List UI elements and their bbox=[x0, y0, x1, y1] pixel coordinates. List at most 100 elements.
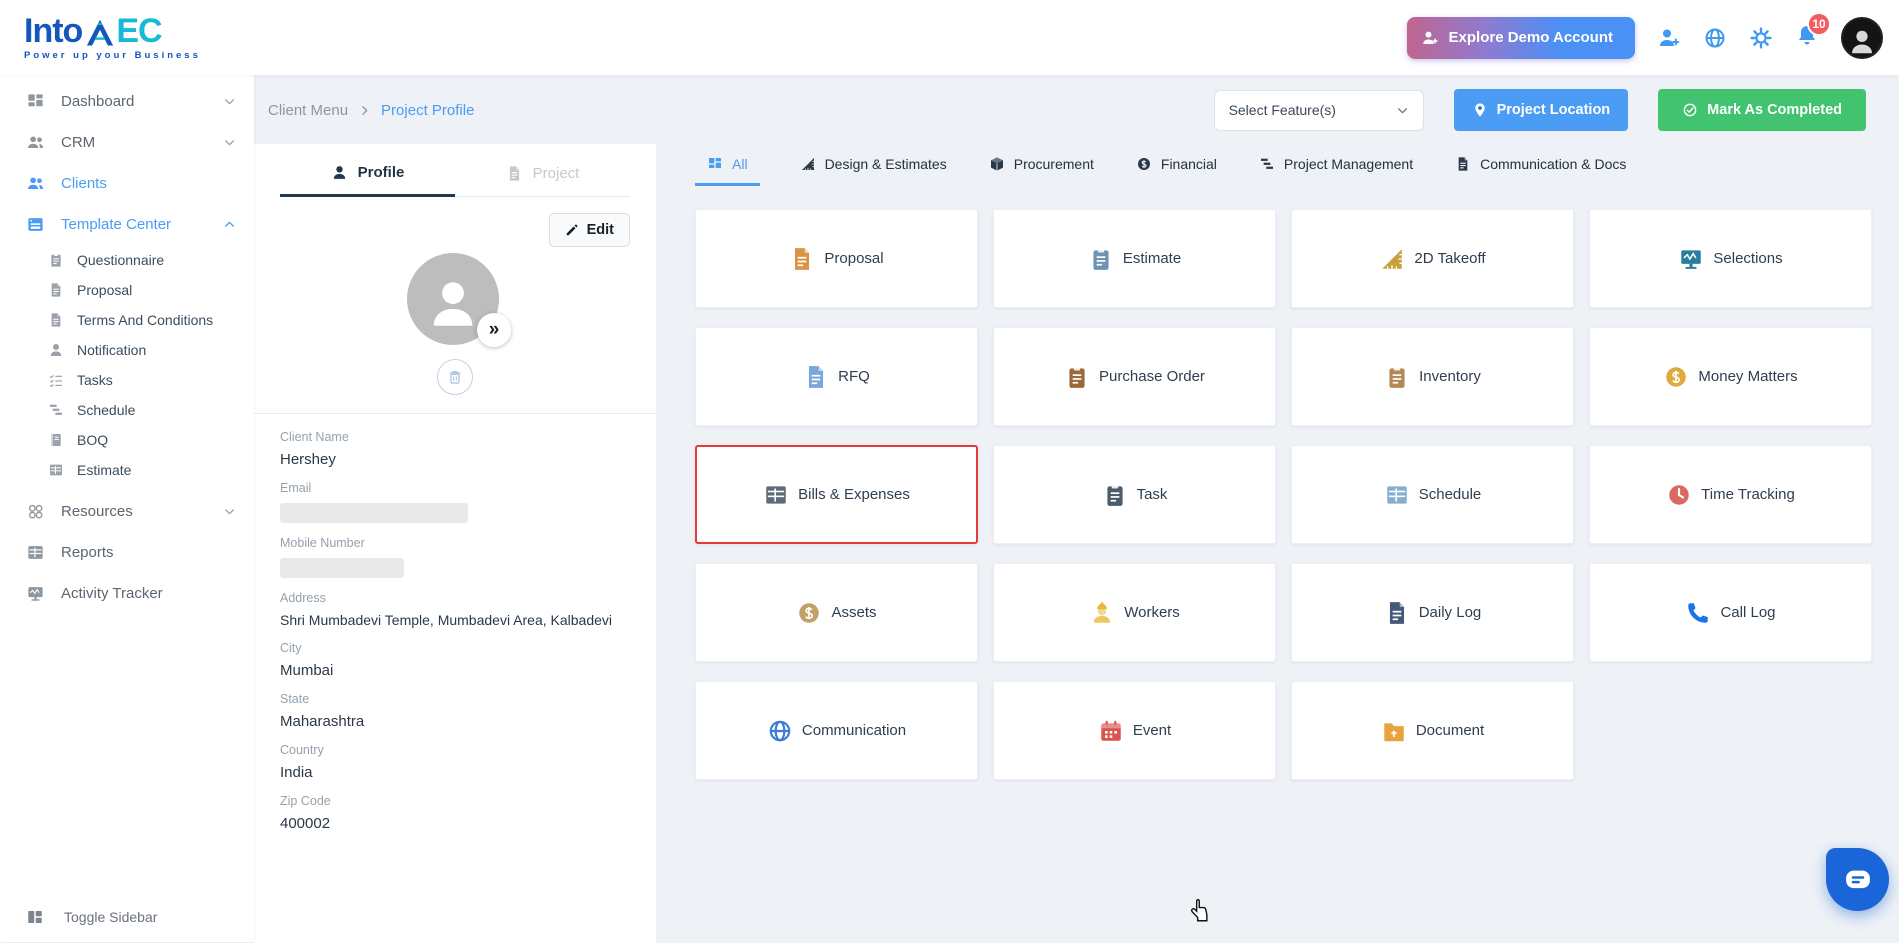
sidebar-item-dashboard[interactable]: Dashboard bbox=[0, 81, 254, 122]
assets-icon bbox=[796, 600, 822, 626]
tab-procurement[interactable]: Procurement bbox=[987, 150, 1096, 186]
feature-card-time-tracking[interactable]: Time Tracking bbox=[1589, 445, 1872, 544]
tab-profile[interactable]: Profile bbox=[280, 150, 455, 197]
feature-card-rfq[interactable]: RFQ bbox=[695, 327, 978, 426]
redacted-mobile-bar bbox=[280, 558, 404, 578]
feature-card-label: Bills & Expenses bbox=[798, 486, 910, 503]
sidebar-item-terms-and-conditions[interactable]: Terms And Conditions bbox=[0, 305, 254, 335]
field-state: State Maharashtra bbox=[280, 692, 630, 730]
feature-card-daily-log[interactable]: Daily Log bbox=[1291, 563, 1574, 662]
feature-card-document[interactable]: Document bbox=[1291, 681, 1574, 780]
mark-as-completed-button[interactable]: Mark As Completed bbox=[1658, 89, 1866, 131]
sidebar-item-label: Dashboard bbox=[61, 93, 134, 110]
feature-card-workers[interactable]: Workers bbox=[993, 563, 1276, 662]
feature-card-bills-expenses[interactable]: Bills & Expenses bbox=[695, 445, 978, 544]
toggle-sidebar-label: Toggle Sidebar bbox=[64, 909, 157, 925]
sidebar-subitem-label: Estimate bbox=[77, 462, 131, 478]
feature-card-label: Inventory bbox=[1419, 368, 1481, 385]
tab-all[interactable]: All bbox=[695, 150, 760, 186]
feature-card-purchase-order[interactable]: Purchase Order bbox=[993, 327, 1276, 426]
financial-icon bbox=[1136, 156, 1152, 172]
feature-card-label: Time Tracking bbox=[1701, 486, 1795, 503]
tab-project[interactable]: Project bbox=[455, 150, 630, 197]
daily-log-icon bbox=[1384, 600, 1410, 626]
delete-avatar-button[interactable] bbox=[437, 359, 473, 395]
toggle-sidebar-button[interactable]: Toggle Sidebar bbox=[0, 892, 254, 942]
globe-icon[interactable] bbox=[1703, 26, 1727, 50]
feature-card-call-log[interactable]: Call Log bbox=[1589, 563, 1872, 662]
feature-card-estimate[interactable]: Estimate bbox=[993, 209, 1276, 308]
dashboard-grid-icon bbox=[26, 92, 45, 111]
procurement-icon bbox=[989, 156, 1005, 172]
feature-card-inventory[interactable]: Inventory bbox=[1291, 327, 1574, 426]
schedule-gantt-icon bbox=[48, 402, 64, 418]
feature-card-assets[interactable]: Assets bbox=[695, 563, 978, 662]
avatar-person-icon bbox=[1847, 27, 1877, 57]
explore-demo-account-button[interactable]: Explore Demo Account bbox=[1407, 17, 1635, 59]
location-pin-icon bbox=[1472, 102, 1488, 118]
sidebar-item-questionnaire[interactable]: Questionnaire bbox=[0, 245, 254, 275]
breadcrumb-client-menu[interactable]: Client Menu bbox=[268, 102, 348, 119]
field-label: State bbox=[280, 692, 630, 706]
sidebar-subitem-label: Tasks bbox=[77, 372, 113, 388]
sidebar-item-boq[interactable]: BOQ bbox=[0, 425, 254, 455]
select-features-dropdown[interactable]: Select Feature(s) bbox=[1214, 90, 1424, 131]
avatar-person-icon bbox=[424, 275, 482, 333]
app-logo[interactable]: Into EC Power up your Business bbox=[24, 14, 201, 61]
feature-cards-grid: Proposal Estimate 2D Takeoff Selections … bbox=[695, 209, 1872, 780]
main-content: Client Menu Project Profile Select Featu… bbox=[254, 75, 1899, 942]
template-center-icon bbox=[26, 215, 45, 234]
boq-book-icon bbox=[48, 432, 64, 448]
feature-card-selections[interactable]: Selections bbox=[1589, 209, 1872, 308]
tab-project-management[interactable]: Project Management bbox=[1257, 150, 1415, 186]
sidebar-item-proposal[interactable]: Proposal bbox=[0, 275, 254, 305]
explore-demo-account-label: Explore Demo Account bbox=[1449, 29, 1613, 46]
questionnaire-icon bbox=[48, 252, 64, 268]
sidebar-item-activity-tracker[interactable]: Activity Tracker bbox=[0, 573, 254, 614]
sidebar-item-notification[interactable]: Notification bbox=[0, 335, 254, 365]
sidebar-item-clients[interactable]: Clients bbox=[0, 163, 254, 204]
sidebar-item-reports[interactable]: Reports bbox=[0, 532, 254, 573]
sidebar-item-tasks[interactable]: Tasks bbox=[0, 365, 254, 395]
tab-communication-docs[interactable]: Communication & Docs bbox=[1453, 150, 1628, 186]
expand-panel-button[interactable]: » bbox=[477, 313, 511, 347]
feature-card-task[interactable]: Task bbox=[993, 445, 1276, 544]
activity-monitor-icon bbox=[26, 584, 45, 603]
chat-widget-button[interactable] bbox=[1826, 848, 1889, 911]
feature-card-money-matters[interactable]: Money Matters bbox=[1589, 327, 1872, 426]
sidebar-item-label: Activity Tracker bbox=[61, 585, 163, 602]
feature-card-proposal[interactable]: Proposal bbox=[695, 209, 978, 308]
sidebar-item-schedule[interactable]: Schedule bbox=[0, 395, 254, 425]
sidebar-item-label: Reports bbox=[61, 544, 114, 561]
user-avatar[interactable] bbox=[1841, 17, 1883, 59]
feature-card-label: Estimate bbox=[1123, 250, 1181, 267]
sidebar-item-resources[interactable]: Resources bbox=[0, 491, 254, 532]
add-user-icon[interactable] bbox=[1657, 26, 1681, 50]
sidebar-item-estimate[interactable]: Estimate bbox=[0, 455, 254, 485]
feature-card-communication[interactable]: Communication bbox=[695, 681, 978, 780]
sidebar-item-label: Resources bbox=[61, 503, 133, 520]
edit-button[interactable]: Edit bbox=[549, 213, 630, 247]
estimate-table-icon bbox=[48, 462, 64, 478]
toggle-sidebar-icon bbox=[26, 908, 44, 926]
sidebar-item-crm[interactable]: CRM bbox=[0, 122, 254, 163]
feature-card-2d-takeoff[interactable]: 2D Takeoff bbox=[1291, 209, 1574, 308]
feature-card-schedule[interactable]: Schedule bbox=[1291, 445, 1574, 544]
sidebar-item-template-center[interactable]: Template Center bbox=[0, 204, 254, 245]
notifications-bell[interactable]: 10 bbox=[1795, 23, 1819, 52]
field-value: Mumbai bbox=[280, 662, 630, 679]
terms-doc-icon bbox=[48, 312, 64, 328]
tab-financial[interactable]: Financial bbox=[1134, 150, 1219, 186]
feature-card-event[interactable]: Event bbox=[993, 681, 1276, 780]
tab-design-estimates[interactable]: Design & Estimates bbox=[798, 150, 949, 186]
settings-gear-icon[interactable] bbox=[1749, 26, 1773, 50]
field-address: Address Shri Mumbadevi Temple, Mumbadevi… bbox=[280, 591, 630, 628]
field-value: 400002 bbox=[280, 815, 630, 832]
feature-card-label: Task bbox=[1137, 486, 1168, 503]
clients-people-icon bbox=[26, 174, 45, 193]
tab-project-label: Project bbox=[533, 165, 580, 182]
breadcrumb-project-profile[interactable]: Project Profile bbox=[381, 102, 474, 119]
project-location-button[interactable]: Project Location bbox=[1454, 89, 1629, 131]
tab-label: Design & Estimates bbox=[825, 156, 947, 172]
feature-card-label: Workers bbox=[1124, 604, 1180, 621]
